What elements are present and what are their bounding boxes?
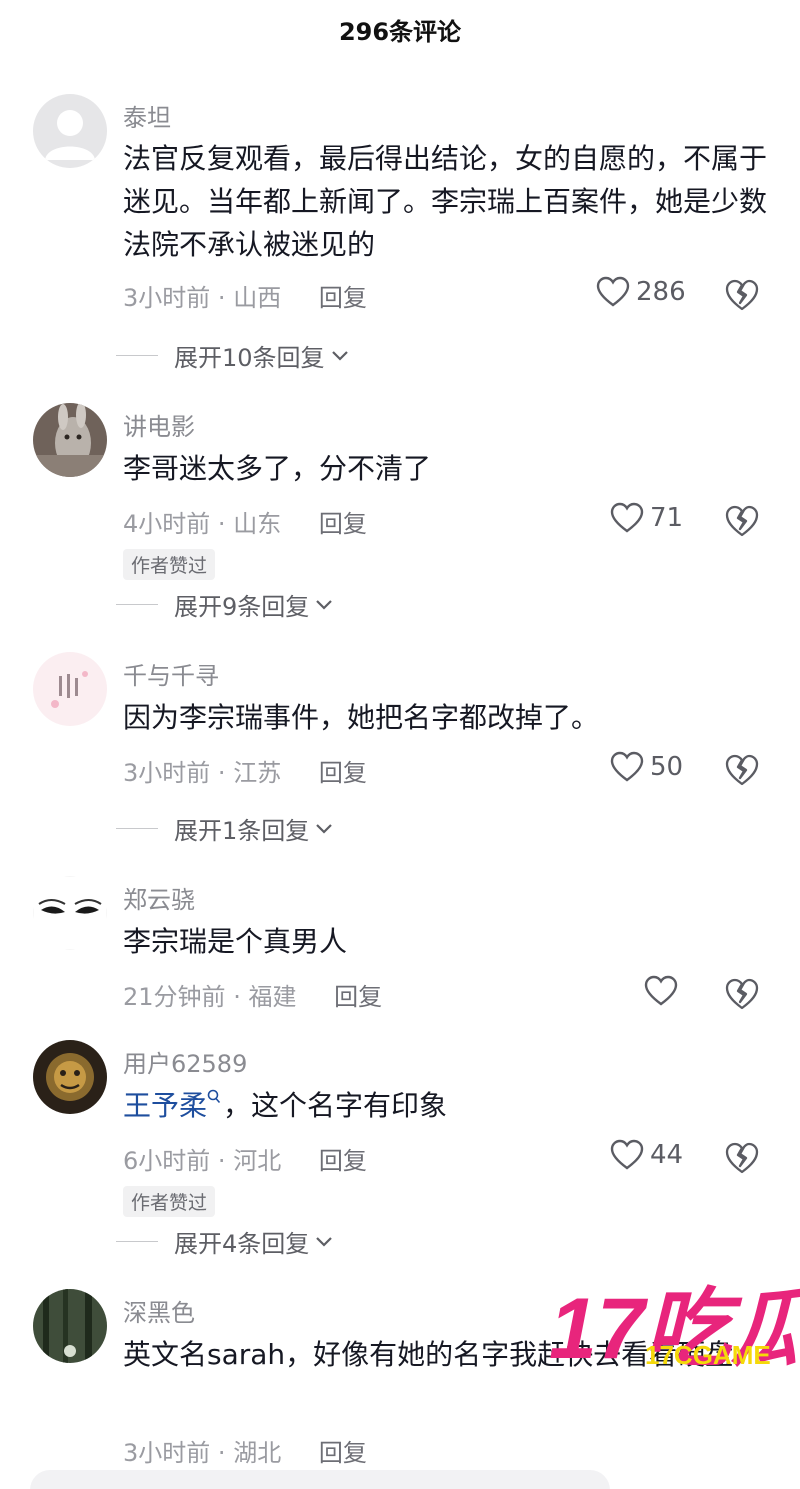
avatar[interactable] bbox=[33, 652, 107, 726]
like-button[interactable]: 286 bbox=[596, 276, 686, 308]
comment-text: 因为李宗瑞事件，她把名字都改掉了。 bbox=[123, 701, 600, 734]
like-button[interactable]: 71 bbox=[610, 502, 683, 534]
comment-time: 4小时前 bbox=[123, 510, 211, 538]
dislike-button[interactable] bbox=[724, 504, 760, 538]
divider-line bbox=[116, 1241, 158, 1242]
chevron-down-icon bbox=[316, 599, 333, 610]
search-icon bbox=[207, 1089, 221, 1103]
expand-replies-label: 展开4条回复 bbox=[174, 1230, 310, 1258]
divider-line bbox=[116, 355, 158, 356]
broken-heart-icon bbox=[725, 978, 759, 1010]
comment-time: 6小时前 bbox=[123, 1147, 211, 1175]
comment-count-title: 296条评论 bbox=[338, 18, 462, 46]
avatar[interactable] bbox=[33, 1040, 107, 1114]
dislike-button[interactable] bbox=[724, 278, 760, 312]
chevron-down-icon bbox=[331, 350, 348, 361]
like-count: 71 bbox=[650, 503, 684, 533]
comment-meta: 3小时前 · 山西 回复 bbox=[123, 278, 367, 313]
comment-meta: 6小时前 · 河北 回复 bbox=[123, 1141, 367, 1176]
avatar[interactable] bbox=[33, 876, 107, 950]
broken-heart-icon bbox=[725, 1142, 759, 1174]
expand-replies-button[interactable]: 展开9条回复 bbox=[116, 587, 333, 622]
comment-text: 李宗瑞是个真男人 bbox=[123, 925, 348, 958]
heart-icon bbox=[610, 502, 644, 533]
comment-location: 山东 bbox=[233, 510, 282, 538]
broken-heart-icon bbox=[725, 754, 759, 786]
comment-text: 李哥迷太多了，分不清了 bbox=[123, 452, 432, 485]
comment-input-bar[interactable] bbox=[30, 1470, 610, 1489]
dislike-button[interactable] bbox=[724, 1141, 760, 1175]
heart-icon bbox=[644, 975, 678, 1006]
meta-separator: · bbox=[217, 1147, 226, 1175]
comment-username[interactable]: 千与千寻 bbox=[123, 656, 219, 691]
comment-meta: 21分钟前 · 福建 回复 bbox=[123, 977, 382, 1012]
comment-text: 法官反复观看，最后得出结论，女的自愿的，不属于迷见。当年都上新闻了。李宗瑞上百案… bbox=[123, 142, 768, 261]
broken-heart-icon bbox=[725, 279, 759, 311]
meta-separator: · bbox=[217, 1439, 226, 1467]
divider-line bbox=[116, 604, 158, 605]
chevron-down-icon bbox=[316, 823, 333, 834]
comment-text-body: ，这个名字有印象 bbox=[223, 1089, 448, 1122]
reply-button[interactable]: 回复 bbox=[319, 510, 367, 538]
comment-meta: 4小时前 · 山东 回复 bbox=[123, 504, 367, 539]
heart-icon bbox=[610, 1139, 644, 1170]
reply-button[interactable]: 回复 bbox=[319, 759, 367, 787]
like-button[interactable] bbox=[644, 975, 684, 1007]
comment-username[interactable]: 讲电影 bbox=[123, 407, 195, 442]
comment-time: 3小时前 bbox=[123, 1439, 211, 1467]
meta-separator: · bbox=[217, 284, 226, 312]
like-count: 286 bbox=[636, 277, 686, 307]
expand-replies-label: 展开9条回复 bbox=[174, 593, 310, 621]
author-liked-badge: 作者赞过 bbox=[123, 1186, 216, 1217]
reply-button[interactable]: 回复 bbox=[319, 1147, 367, 1175]
site-watermark: 17吃瓜 17CGAME bbox=[545, 1280, 800, 1377]
mention-link[interactable]: 王予柔 bbox=[123, 1089, 207, 1122]
comment-location: 湖北 bbox=[233, 1439, 282, 1467]
comment-location: 江苏 bbox=[233, 759, 282, 787]
comment-meta: 3小时前 · 湖北 回复 bbox=[123, 1433, 367, 1468]
like-count: 50 bbox=[650, 752, 684, 782]
comment-time: 21分钟前 bbox=[123, 983, 226, 1011]
expand-replies-button[interactable]: 展开10条回复 bbox=[116, 338, 349, 373]
comment-location: 山西 bbox=[233, 284, 282, 312]
like-button[interactable]: 50 bbox=[610, 751, 683, 783]
comment-location: 河北 bbox=[233, 1147, 282, 1175]
broken-heart-icon bbox=[725, 505, 759, 537]
comment-username[interactable]: 深黑色 bbox=[123, 1293, 195, 1328]
reply-button[interactable]: 回复 bbox=[334, 983, 382, 1011]
comment-location: 福建 bbox=[248, 983, 297, 1011]
expand-replies-label: 展开10条回复 bbox=[174, 344, 325, 372]
comment-meta: 3小时前 · 江苏 回复 bbox=[123, 753, 367, 788]
like-count: 44 bbox=[650, 1140, 684, 1170]
reply-button[interactable]: 回复 bbox=[319, 284, 367, 312]
chevron-down-icon bbox=[316, 1236, 333, 1247]
author-liked-badge: 作者赞过 bbox=[123, 549, 216, 580]
comment-time: 3小时前 bbox=[123, 759, 211, 787]
like-button[interactable]: 44 bbox=[610, 1139, 683, 1171]
watermark-logo: 17吃瓜 17CGAME bbox=[549, 1281, 800, 1377]
expand-replies-label: 展开1条回复 bbox=[174, 817, 310, 845]
dislike-button[interactable] bbox=[724, 753, 760, 787]
comment-time: 3小时前 bbox=[123, 284, 211, 312]
avatar[interactable] bbox=[33, 1289, 107, 1363]
dislike-button[interactable] bbox=[724, 977, 760, 1011]
heart-icon bbox=[610, 751, 644, 782]
meta-separator: · bbox=[217, 759, 226, 787]
comment-username[interactable]: 泰坦 bbox=[123, 98, 171, 133]
watermark-subtext: 17CGAME bbox=[645, 1340, 771, 1370]
comment-text: 王予柔 ，这个名字有印象 bbox=[123, 1084, 773, 1127]
divider-line bbox=[116, 828, 158, 829]
reply-button[interactable]: 回复 bbox=[319, 1439, 367, 1467]
meta-separator: · bbox=[217, 510, 226, 538]
avatar[interactable] bbox=[33, 403, 107, 477]
comment-username[interactable]: 郑云骁 bbox=[123, 880, 195, 915]
expand-replies-button[interactable]: 展开1条回复 bbox=[116, 811, 333, 846]
comment-username[interactable]: 用户62589 bbox=[123, 1044, 247, 1079]
heart-icon bbox=[596, 276, 630, 307]
meta-separator: · bbox=[233, 983, 241, 1011]
expand-replies-button[interactable]: 展开4条回复 bbox=[116, 1224, 333, 1259]
comments-header: 296条评论 bbox=[0, 0, 800, 70]
avatar[interactable] bbox=[33, 94, 107, 168]
